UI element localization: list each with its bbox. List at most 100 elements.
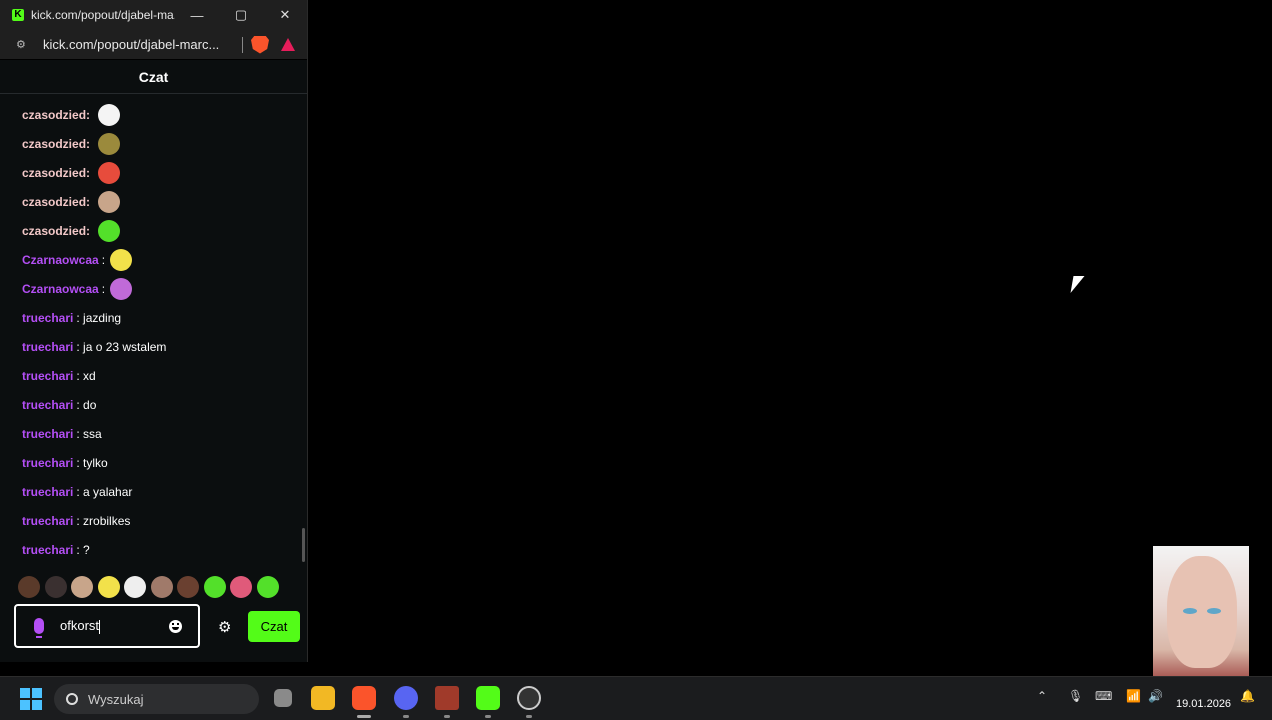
chat-username[interactable]: Czarnaowcaa <box>22 253 99 267</box>
quick-emote-icon[interactable] <box>203 576 226 598</box>
wifi-icon[interactable]: 📶 <box>1126 689 1141 703</box>
chat-scrollbar[interactable] <box>302 528 305 562</box>
chat-username[interactable]: truechari <box>22 456 73 470</box>
chat-header: Czat <box>0 60 307 94</box>
app-indicator <box>526 715 532 718</box>
chat-username[interactable]: truechari <box>22 369 73 383</box>
window-titlebar[interactable]: K kick.com/popout/djabel-ma... — ▢ ✕ <box>0 0 307 30</box>
chat-message: truechari: ? <box>22 535 90 564</box>
microphone-icon[interactable] <box>34 618 44 638</box>
active-app-indicator <box>357 715 371 718</box>
divider <box>242 36 243 53</box>
close-button[interactable]: ✕ <box>263 0 307 30</box>
chat-username[interactable]: czasodzied: <box>22 137 90 151</box>
chat-username[interactable]: czasodzied: <box>22 195 90 209</box>
chat-settings-gear-icon[interactable]: ⚙ <box>218 618 231 636</box>
chat-emote-icon <box>98 219 121 242</box>
obs-icon[interactable] <box>517 686 541 710</box>
brave-browser-icon[interactable] <box>352 686 376 710</box>
game-app-icon[interactable] <box>435 686 459 710</box>
chat-username[interactable]: truechari <box>22 427 73 441</box>
maximize-button[interactable]: ▢ <box>219 0 263 30</box>
webcam-overlay <box>1153 546 1249 694</box>
chat-message-text: : zrobilkes <box>76 513 131 528</box>
text-caret <box>99 619 101 634</box>
chat-username[interactable]: czasodzied: <box>22 108 90 122</box>
discord-icon[interactable] <box>394 686 418 710</box>
chat-username[interactable]: truechari <box>22 514 73 528</box>
chat-message-text: : <box>101 281 106 296</box>
chat-username[interactable]: truechari <box>22 311 73 325</box>
quick-emote-icon[interactable] <box>124 576 146 598</box>
eye-left <box>1183 608 1197 614</box>
send-chat-button[interactable]: Czat <box>248 611 300 642</box>
quick-emote-icon[interactable] <box>44 576 67 598</box>
chat-message: truechari: ssa <box>22 419 102 448</box>
quick-emote-icon[interactable] <box>177 576 199 598</box>
chat-emote-icon <box>110 248 133 271</box>
chat-message: truechari: xd <box>22 361 96 390</box>
keyboard-icon[interactable]: ⌨ <box>1095 689 1112 703</box>
chat-message: truechari: tylko <box>22 448 108 477</box>
chat-message-text: : jazding <box>76 310 122 325</box>
chat-message-text: : tylko <box>76 455 108 470</box>
tray-overflow-chevron-icon[interactable]: ⌃ <box>1037 689 1047 703</box>
windows-taskbar: Wyszukaj ⌃ 🎙 ⌨ 📶 🔊 19.01.2026 🔔 <box>0 676 1272 720</box>
kick-app-icon[interactable] <box>476 686 500 710</box>
quick-emote-icon[interactable] <box>150 576 173 598</box>
windows-start-icon[interactable] <box>20 688 42 710</box>
chat-message: czasodzied: <box>22 216 121 245</box>
chat-emote-icon <box>98 132 121 155</box>
microphone-tray-icon[interactable]: 🎙 <box>1068 689 1083 703</box>
chat-emote-icon <box>98 190 121 213</box>
chat-input-field[interactable]: ofkorst <box>14 604 200 648</box>
chat-popout-window: K kick.com/popout/djabel-ma... — ▢ ✕ ⚙ k… <box>0 0 308 662</box>
chat-message: czasodzied: <box>22 158 121 187</box>
url-text[interactable]: kick.com/popout/djabel-marc... <box>43 37 242 52</box>
chat-message-text: : ja o 23 wstalem <box>76 339 167 354</box>
brave-rewards-icon[interactable] <box>281 38 295 51</box>
minimize-button[interactable]: — <box>175 0 219 30</box>
app-indicator <box>403 715 409 718</box>
volume-icon[interactable]: 🔊 <box>1148 689 1163 703</box>
chat-message: czasodzied: <box>22 100 121 129</box>
chat-username[interactable]: Czarnaowcaa <box>22 282 99 296</box>
chat-username[interactable]: truechari <box>22 485 73 499</box>
chat-message: truechari: do <box>22 390 96 419</box>
quick-emote-icon[interactable] <box>256 576 279 598</box>
chat-message-text: : ? <box>76 542 90 557</box>
search-placeholder: Wyszukaj <box>88 691 144 707</box>
chat-message: czasodzied: <box>22 187 121 216</box>
chat-message: truechari: zrobilkes <box>22 506 130 535</box>
chat-username[interactable]: czasodzied: <box>22 166 90 180</box>
taskbar-date[interactable]: 19.01.2026 <box>1176 698 1231 710</box>
chat-username[interactable]: truechari <box>22 543 73 557</box>
task-view-icon[interactable] <box>274 689 292 707</box>
chat-message: Czarnaowcaa: <box>22 274 133 303</box>
brave-shields-icon[interactable] <box>251 35 269 54</box>
chat-input-value[interactable]: ofkorst <box>60 618 99 633</box>
emote-picker-icon[interactable] <box>169 619 182 633</box>
eye-right <box>1207 608 1221 614</box>
chat-message-text: : do <box>76 397 97 412</box>
quick-emote-icon[interactable] <box>97 576 120 598</box>
file-explorer-icon[interactable] <box>311 686 335 710</box>
chat-message-text: : <box>101 252 106 267</box>
site-settings-icon[interactable]: ⚙ <box>16 38 30 51</box>
chat-username[interactable]: truechari <box>22 398 73 412</box>
app-indicator <box>444 715 450 718</box>
mouse-cursor-icon <box>1070 276 1085 293</box>
chat-username[interactable]: czasodzied: <box>22 224 90 238</box>
chat-username[interactable]: truechari <box>22 340 73 354</box>
chat-emote-icon <box>98 161 121 184</box>
quick-emote-icon[interactable] <box>18 576 40 598</box>
notifications-icon[interactable]: 🔔 <box>1240 689 1255 703</box>
search-icon <box>66 693 78 705</box>
quick-emote-icon[interactable] <box>71 576 93 598</box>
chat-message-list[interactable]: czasodzied: czasodzied: czasodzied: czasodz… <box>8 100 298 568</box>
taskbar-search-box[interactable]: Wyszukaj <box>54 684 259 714</box>
face-image <box>1167 556 1237 668</box>
chat-message-text: : ssa <box>76 426 102 441</box>
chat-message: czasodzied: <box>22 129 121 158</box>
quick-emote-icon[interactable] <box>230 576 252 598</box>
